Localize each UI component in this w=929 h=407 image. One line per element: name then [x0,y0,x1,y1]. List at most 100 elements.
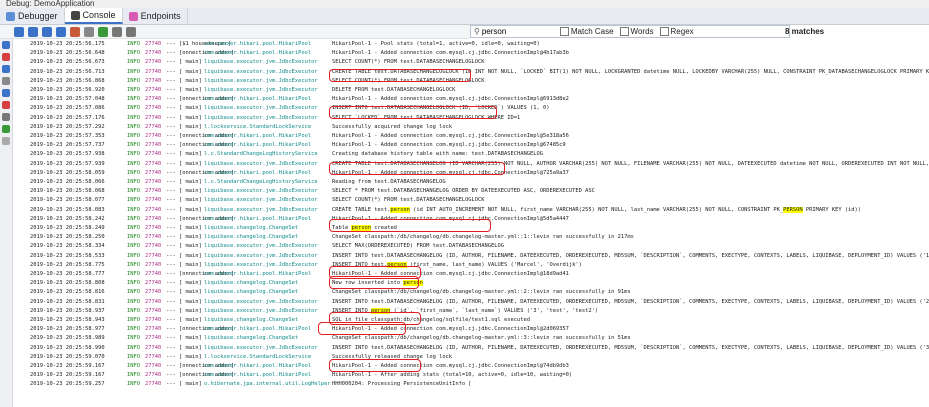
log-thread: --- [ main] [166,252,202,259]
evaluate-icon[interactable] [98,26,108,37]
pause-icon[interactable] [2,77,10,85]
log-pid: 27740 [145,381,162,388]
up-arrow-icon[interactable] [2,41,10,49]
wrap-icon[interactable] [2,89,10,97]
log-timestamp: 2019-10-23 20:25:58.249 [30,225,105,231]
log-row: 2019-10-23 20:25:59.167 INFO 27740 --- [onn… [14,371,929,380]
run-to-cursor-icon[interactable] [84,26,94,37]
log-pid: 27740 [145,114,162,121]
log-row: 2019-10-23 20:25:59.167 INFO 27740 --- [onn… [14,362,929,371]
stop-icon[interactable] [2,53,10,61]
console-icon [70,10,80,20]
log-row: 2019-10-23 20:25:58.977 INFO 27740 --- [onn… [14,325,929,334]
log-message: INSERT INTO test.DATABASECHANGELOGLOCK (… [332,105,550,112]
log-row: 2019-10-23 20:25:57.939 INFO 27740 --- [ ma… [14,160,929,169]
log-logger: com.zaxxer.hikari.pool.HikariPool [204,50,312,57]
log-message: Successfully acquired change log lock [332,123,453,130]
match-count: 8 matches [785,27,825,36]
log-pid: 27740 [145,252,162,259]
log-message: HikariPool-1 - Added connection com.mysq… [332,50,569,57]
search-input[interactable] [479,27,554,36]
endpoints-icon [128,11,138,21]
log-pid: 27740 [145,105,162,112]
breakpoint-icon[interactable] [2,101,10,109]
down-arrow-icon[interactable] [2,65,10,73]
force-step-icon[interactable] [42,26,52,37]
log-level: INFO [127,96,140,103]
step-over-icon[interactable] [14,26,24,37]
step-out-icon[interactable] [56,26,66,37]
log-pid: 27740 [145,59,162,66]
log-message: HikariPool-1 - Pool stats (total=1, acti… [332,41,540,47]
log-row: 2019-10-23 20:25:58.250 INFO 27740 --- [ ma… [14,233,929,242]
search-match: person [403,280,423,287]
log-timestamp: 2019-10-23 20:25:58.334 [30,243,105,250]
log-row: 2019-10-23 20:25:56.175 INFO 27740 --- [$1 … [14,40,929,49]
log-message: INSERT INTO person (`id`, `first_name`, … [332,307,598,316]
message-part: (`id`, `first_name`, `last_name`) VALUES… [390,307,599,314]
log-level: INFO [127,271,140,277]
log-row: 2019-10-23 20:25:58.077 INFO 27740 --- [ ma… [14,196,929,205]
trace-icon[interactable] [112,26,122,37]
step-into-icon[interactable] [28,26,38,37]
log-row: 2019-10-23 20:25:58.334 INFO 27740 --- [ ma… [14,242,929,251]
trash-icon[interactable] [2,137,10,145]
log-row: 2019-10-23 20:25:58.059 INFO 27740 --- [onn… [14,169,929,178]
log-message: Table person created [332,224,397,233]
log-timestamp: 2019-10-23 20:25:58.533 [30,252,105,259]
log-pid: 27740 [145,197,162,204]
log-message: HikariPool-1 - After adding stats (total… [332,372,573,379]
log-logger: liquibase.executor.jvm.JdbcExecutor [204,206,318,213]
stream-icon[interactable] [126,26,136,37]
log-pid: 27740 [145,151,162,158]
log-pid: 27740 [145,96,162,103]
log-pid: 27740 [145,335,162,342]
log-logger: com.zaxxer.hikari.pool.HikariPool [204,133,312,139]
tab-debugger[interactable]: Debugger [0,8,65,24]
log-level: INFO [127,151,140,158]
regex-option[interactable]: Regex [659,27,694,36]
settings-icon[interactable] [2,125,10,133]
log-message: HikariPool-1 - Added connection com.mysq… [332,215,569,222]
log-message: SELECT * FROM test.DATABASECHANGELOG ORD… [332,188,595,195]
regex-checkbox[interactable] [659,27,669,36]
log-logger: liquibase.changelog.ChangeSet [204,280,299,287]
log-timestamp: 2019-10-23 20:25:58.831 [30,298,105,305]
log-logger: com.zaxxer.hikari.pool.HikariPool [204,372,312,379]
tab-endpoints[interactable]: Endpoints [123,8,188,24]
log-logger: liquibase.executor.jvm.JdbcExecutor [204,160,318,167]
log-pid: 27740 [145,353,162,360]
log-message: Successfully released change log lock [332,353,453,360]
log-row: 2019-10-23 20:25:57.048 INFO 27740 --- [onn… [14,95,929,104]
match-case-option[interactable]: Match Case [559,27,614,36]
debug-toolbar [0,25,470,39]
log-level: INFO [127,280,140,287]
log-pid: 27740 [145,68,162,75]
log-level: INFO [127,344,140,351]
log-logger: liquibase.executor.jvm.JdbcExecutor [204,298,318,305]
log-timestamp: 2019-10-23 20:25:58.242 [30,215,105,222]
log-level: INFO [127,252,140,259]
log-timestamp: 2019-10-23 20:25:59.167 [30,372,105,379]
match-case-checkbox[interactable] [559,27,569,36]
log-pid: 27740 [145,133,162,139]
log-level: INFO [127,335,140,342]
log-thread: --- [ main] [166,335,202,342]
log-row: 2019-10-23 20:25:56.713 INFO 27740 --- [ ma… [14,68,929,77]
log-thread: --- [ main] [166,197,202,204]
console-log[interactable]: 2019-10-23 20:25:56.175 INFO 27740 --- [$1 … [14,40,929,407]
log-timestamp: 2019-10-23 20:25:58.059 [30,169,105,176]
log-message: CREATE TABLE test.DATABASECHANGELOGLOCK … [332,68,929,75]
log-logger: liquibase.executor.jvm.JdbcExecutor [204,243,318,250]
words-option[interactable]: Words [619,27,654,36]
log-row: 2019-10-23 20:25:57.353 INFO 27740 --- [onn… [14,132,929,141]
words-checkbox[interactable] [619,27,629,36]
drop-frame-icon[interactable] [70,26,80,37]
log-row: 2019-10-23 20:25:56.920 INFO 27740 --- [ ma… [14,86,929,95]
log-pid: 27740 [145,215,162,222]
tab-console[interactable]: Console [64,8,123,24]
print-icon[interactable] [2,113,10,121]
log-message: INSERT INTO test.DATABASECHANGELOG (ID, … [332,344,929,351]
log-level: INFO [127,59,140,66]
log-timestamp: 2019-10-23 20:25:56.868 [30,77,105,84]
